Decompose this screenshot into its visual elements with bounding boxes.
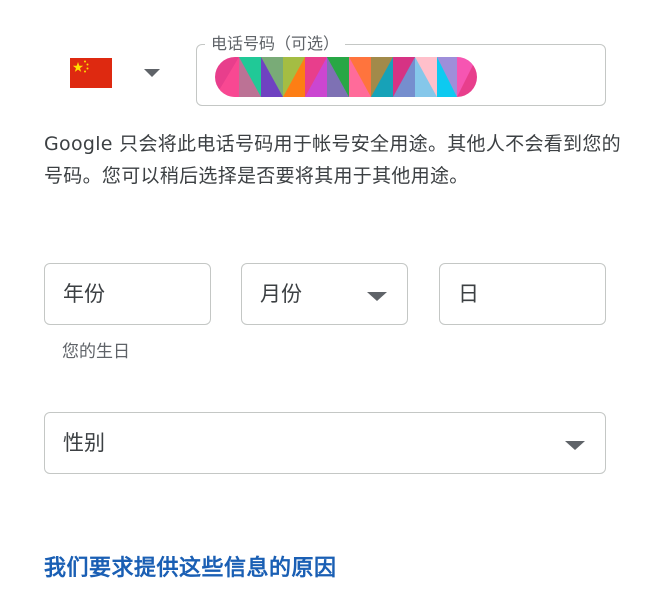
birth-month-placeholder: 月份 (260, 282, 302, 306)
birth-day-input[interactable]: 日 (439, 263, 606, 325)
gender-select[interactable]: 性别 (44, 412, 606, 474)
chevron-down-icon[interactable] (144, 69, 160, 77)
birthday-hint: 您的生日 (62, 342, 130, 362)
birth-month-select[interactable]: 月份 (241, 263, 408, 325)
signup-form: 电话号码（可选） Google 只会将此电话号码用于帐号安全用途。其他人不会看到… (0, 0, 650, 598)
chevron-down-icon (565, 441, 585, 450)
china-flag-icon (70, 58, 112, 88)
phone-number-field[interactable]: 电话号码（可选） (196, 34, 606, 106)
birth-year-input[interactable]: 年份 (44, 263, 211, 325)
gender-placeholder: 性别 (63, 431, 105, 455)
phone-number-label: 电话号码（可选） (205, 34, 346, 54)
why-we-ask-link[interactable]: 我们要求提供这些信息的原因 (44, 552, 337, 586)
country-selector[interactable] (60, 48, 170, 98)
phone-usage-notice: Google 只会将此电话号码用于帐号安全用途。其他人不会看到您的号码。您可以稍… (44, 133, 621, 187)
birth-year-placeholder: 年份 (63, 282, 105, 306)
chevron-down-icon (367, 292, 387, 301)
birth-day-placeholder: 日 (458, 282, 479, 306)
redacted-phone-number (215, 57, 477, 97)
